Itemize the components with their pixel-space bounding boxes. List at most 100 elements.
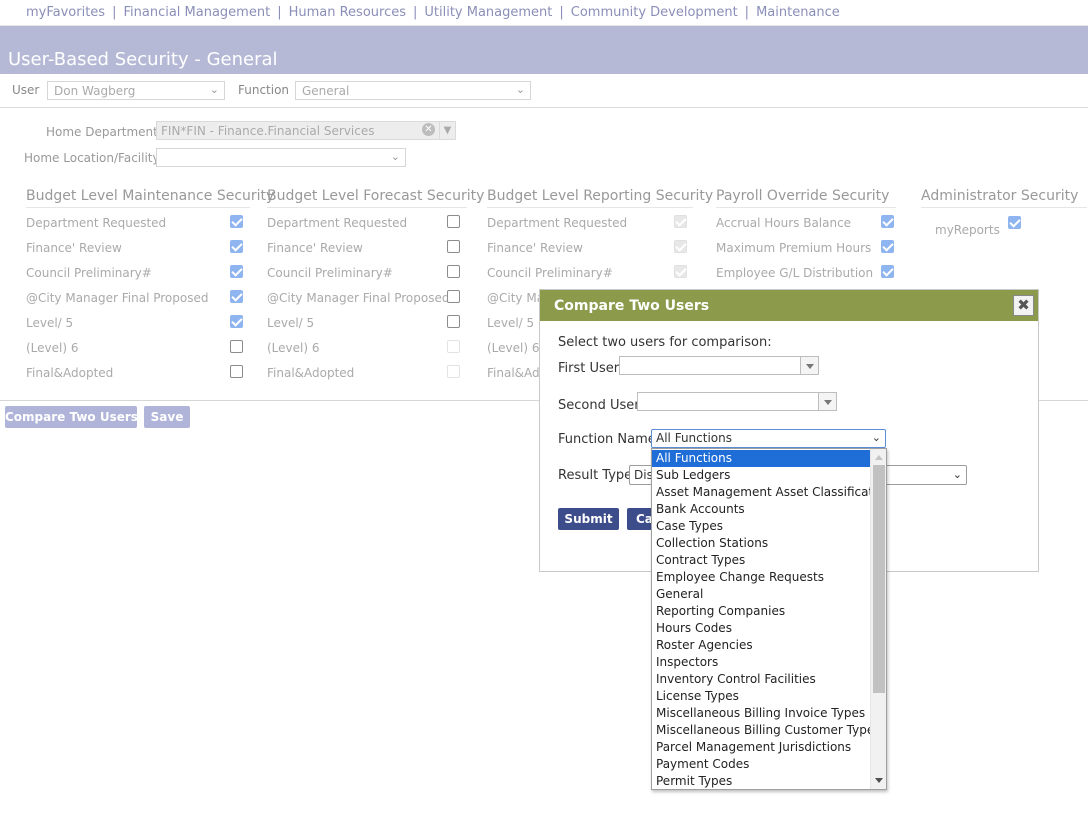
permission-label: myReports — [935, 223, 1000, 237]
first-user-select[interactable] — [619, 356, 819, 375]
permission-checkbox — [674, 265, 687, 278]
section-title: Administrator Security — [921, 188, 1087, 208]
permission-checkbox[interactable] — [447, 315, 460, 328]
scroll-up-icon[interactable] — [875, 455, 883, 460]
permission-label: Department Requested — [267, 216, 408, 230]
dialog-prompt: Select two users for comparison: — [558, 335, 772, 350]
function-option[interactable]: Inspectors — [652, 654, 871, 671]
function-label: Function — [238, 83, 290, 97]
function-option[interactable]: General — [652, 586, 871, 603]
permission-label: Level/ 5 — [487, 316, 535, 330]
chevron-down-icon[interactable]: ▼ — [439, 122, 455, 139]
permission-checkbox[interactable] — [230, 290, 243, 303]
nav-item-myfavorites[interactable]: myFavorites — [26, 5, 105, 20]
nav-item-human-resources[interactable]: Human Resources — [289, 5, 406, 20]
function-option[interactable]: Hours Codes — [652, 620, 871, 637]
permission-checkbox[interactable] — [881, 265, 894, 278]
dropdown-arrow-icon[interactable] — [818, 393, 836, 410]
function-name-label: Function Name — [558, 432, 656, 447]
user-label: User — [12, 83, 40, 97]
function-option[interactable]: Roster Agencies — [652, 637, 871, 654]
permission-label: Level/ 5 — [26, 316, 74, 330]
permission-checkbox[interactable] — [447, 240, 460, 253]
chevron-down-icon: ⌄ — [209, 83, 219, 96]
permission-label: @City Manager Final Proposed — [26, 291, 209, 305]
scrollbar[interactable] — [870, 449, 886, 789]
permission-label: Final&Adopted — [26, 366, 114, 380]
home-location-select[interactable]: ⌄ — [156, 148, 406, 167]
result-type-value: Dis — [634, 468, 653, 482]
section-title: Budget Level Maintenance Security — [26, 188, 274, 208]
function-option[interactable]: License Types — [652, 688, 871, 705]
permission-checkbox[interactable] — [881, 215, 894, 228]
cancel-button[interactable]: Ca — [627, 508, 653, 530]
nav-separator: | — [412, 5, 418, 20]
permission-label: Employee G/L Distribution — [716, 266, 874, 280]
permission-label: (Level) 6 — [487, 341, 540, 355]
function-option[interactable]: Parcel Management Jurisdictions — [652, 739, 871, 756]
permission-checkbox — [447, 365, 460, 378]
section-title: Budget Level Reporting Security — [487, 188, 713, 208]
permission-checkbox — [674, 240, 687, 253]
user-function-bar: User Don Wagberg ⌄ Function General ⌄ — [0, 74, 1088, 108]
permission-checkbox[interactable] — [1008, 216, 1021, 229]
permission-checkbox[interactable] — [447, 265, 460, 278]
nav-item-maintenance[interactable]: Maintenance — [756, 5, 840, 20]
dialog-header: Compare Two Users ✖ — [540, 290, 1038, 321]
permission-label: Finance' Review — [487, 241, 583, 255]
permission-checkbox[interactable] — [230, 340, 243, 353]
permission-checkbox[interactable] — [230, 365, 243, 378]
permission-checkbox[interactable] — [447, 290, 460, 303]
function-name-select[interactable]: All Functions ⌄ — [651, 429, 886, 448]
function-option[interactable]: Sub Ledgers — [652, 467, 871, 484]
function-option[interactable]: Asset Management Asset Classifications — [652, 484, 886, 501]
nav-separator: | — [744, 5, 750, 20]
nav-separator: | — [559, 5, 564, 20]
function-option[interactable]: Miscellaneous Billing Invoice Types — [652, 705, 871, 722]
scrollbar-thumb[interactable] — [873, 465, 885, 693]
function-option[interactable]: Inventory Control Facilities — [652, 671, 871, 688]
function-dropdown-list: All Functions Sub Ledgers Asset Management… — [651, 448, 887, 790]
permission-checkbox — [674, 215, 687, 228]
top-nav: myFavorites | Financial Management | Human R… — [0, 0, 1088, 26]
compare-two-users-button[interactable]: Compare Two Users — [5, 406, 138, 428]
permission-checkbox[interactable] — [881, 240, 894, 253]
home-department-field[interactable]: FIN*FIN - Finance.Financial Services ✕ ▼ — [156, 121, 456, 140]
permission-checkbox[interactable] — [230, 265, 243, 278]
function-option[interactable]: Bank Accounts — [652, 501, 871, 518]
dropdown-arrow-icon[interactable] — [800, 357, 818, 374]
function-option[interactable]: All Functions — [652, 450, 871, 467]
function-option[interactable]: Collection Stations — [652, 535, 871, 552]
clear-icon[interactable]: ✕ — [422, 123, 435, 136]
function-option[interactable]: Payment Codes — [652, 756, 871, 773]
function-select[interactable]: General ⌄ — [295, 81, 531, 100]
close-icon[interactable]: ✖ — [1013, 295, 1034, 316]
function-option[interactable]: Miscellaneous Billing Customer Types — [652, 722, 880, 739]
permission-checkbox[interactable] — [230, 240, 243, 253]
home-location-label: Home Location/Facility — [24, 151, 160, 165]
permission-checkbox[interactable] — [230, 315, 243, 328]
save-button[interactable]: Save — [144, 406, 190, 428]
permission-label: Final&Adopted — [267, 366, 355, 380]
nav-item-community-development[interactable]: Community Development — [571, 5, 738, 20]
scroll-down-icon[interactable] — [875, 778, 883, 783]
function-name-value: All Functions — [656, 431, 732, 445]
function-option[interactable]: Case Types — [652, 518, 871, 535]
permission-checkbox[interactable] — [230, 215, 243, 228]
user-select[interactable]: Don Wagberg ⌄ — [47, 81, 225, 100]
second-user-select[interactable] — [637, 392, 837, 411]
submit-button[interactable]: Submit — [558, 508, 619, 530]
function-option[interactable]: Permit Types — [652, 773, 871, 789]
permission-checkbox — [447, 340, 460, 353]
function-option[interactable]: Reporting Companies — [652, 603, 871, 620]
permission-label: Department Requested — [487, 216, 628, 230]
permission-label: @City Ma — [487, 291, 545, 305]
nav-item-utility-management[interactable]: Utility Management — [424, 5, 552, 20]
nav-item-financial-management[interactable]: Financial Management — [123, 5, 270, 20]
function-option[interactable]: Employee Change Requests — [652, 569, 871, 586]
chevron-down-icon: ⌄ — [871, 431, 881, 444]
section-title: Payroll Override Security — [716, 188, 896, 208]
permission-checkbox[interactable] — [447, 215, 460, 228]
function-option[interactable]: Contract Types — [652, 552, 871, 569]
chevron-down-icon: ⌄ — [390, 150, 400, 163]
